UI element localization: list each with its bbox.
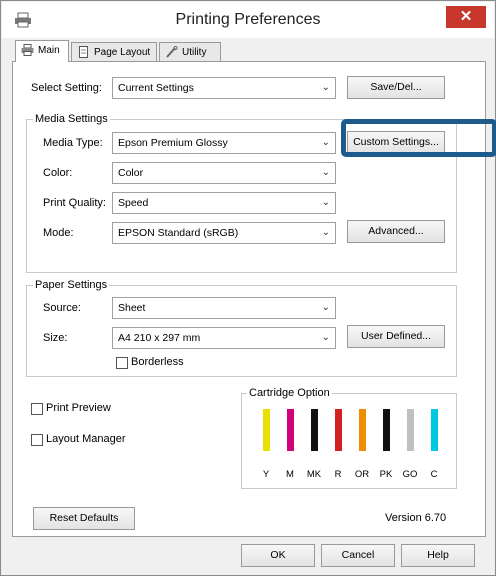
select-setting-dropdown[interactable]: Current Settings ⌄	[112, 77, 336, 99]
ink-bar-go	[407, 409, 414, 451]
version-label: Version 6.70	[385, 512, 447, 524]
source-dropdown[interactable]: Sheet ⌄	[112, 297, 336, 319]
ink-label-or: OR	[354, 469, 370, 480]
size-value: A4 210 x 297 mm	[118, 332, 201, 344]
layout-manager-label: Layout Manager	[46, 433, 126, 445]
tab-page-layout[interactable]: Page Layout	[71, 42, 157, 62]
ink-bar-or	[359, 409, 366, 451]
reset-defaults-button[interactable]: Reset Defaults	[33, 507, 135, 530]
print-quality-value: Speed	[118, 197, 149, 209]
chevron-down-icon: ⌄	[321, 302, 330, 313]
custom-settings-highlight	[341, 119, 496, 157]
ink-label-pk: PK	[379, 469, 393, 480]
ink-bar-y	[263, 409, 270, 451]
print-quality-label: Print Quality:	[43, 197, 106, 209]
source-label: Source:	[43, 302, 81, 314]
media-type-dropdown[interactable]: Epson Premium Glossy ⌄	[112, 132, 336, 154]
ink-label-m: M	[286, 469, 294, 480]
tab-utility[interactable]: Utility	[159, 42, 221, 62]
print-preview-label: Print Preview	[46, 402, 111, 414]
media-type-label: Media Type:	[43, 137, 103, 149]
advanced-button[interactable]: Advanced...	[347, 220, 445, 243]
tab-page-layout-label: Page Layout	[94, 47, 151, 58]
ok-button[interactable]: OK	[241, 544, 315, 567]
ink-bar-c	[431, 409, 438, 451]
ink-label-r: R	[334, 469, 342, 480]
ink-label-go: GO	[402, 469, 418, 480]
media-type-value: Epson Premium Glossy	[118, 137, 228, 149]
close-button[interactable]: ✕	[446, 6, 486, 28]
select-setting-value: Current Settings	[118, 82, 194, 94]
color-value: Color	[118, 167, 144, 179]
mode-label: Mode:	[43, 227, 74, 239]
printer-icon	[21, 44, 34, 56]
size-dropdown[interactable]: A4 210 x 297 mm ⌄	[112, 327, 336, 349]
wrench-icon	[165, 45, 178, 58]
ink-label-mk: MK	[306, 469, 322, 480]
tab-main[interactable]: Main	[15, 40, 69, 62]
ink-bar-m	[287, 409, 294, 451]
source-value: Sheet	[118, 302, 146, 314]
help-button[interactable]: Help	[401, 544, 475, 567]
page-icon	[77, 46, 90, 58]
chevron-down-icon: ⌄	[321, 167, 330, 178]
size-label: Size:	[43, 332, 68, 344]
chevron-down-icon: ⌄	[321, 332, 330, 343]
color-dropdown[interactable]: Color ⌄	[112, 162, 336, 184]
media-settings-title: Media Settings	[33, 113, 110, 125]
ink-bar-r	[335, 409, 342, 451]
ink-bar-mk	[311, 409, 318, 451]
color-label: Color:	[43, 167, 73, 179]
layout-manager-checkbox[interactable]	[31, 434, 43, 446]
cartridge-option-title: Cartridge Option	[247, 387, 332, 399]
print-preview-checkbox[interactable]	[31, 403, 43, 415]
ink-label-y: Y	[262, 469, 270, 480]
save-del-button[interactable]: Save/Del...	[347, 76, 445, 99]
select-setting-label: Select Setting:	[31, 82, 102, 94]
title-bar: Printing Preferences ✕	[2, 2, 494, 38]
mode-value: EPSON Standard (sRGB)	[118, 227, 239, 239]
ink-label-c: C	[430, 469, 438, 480]
cancel-button[interactable]: Cancel	[321, 544, 395, 567]
print-quality-dropdown[interactable]: Speed ⌄	[112, 192, 336, 214]
borderless-checkbox[interactable]	[116, 357, 128, 369]
tab-main-label: Main	[38, 45, 60, 56]
window-title: Printing Preferences	[175, 11, 321, 28]
ink-bar-pk	[383, 409, 390, 451]
printing-preferences-window: Printing Preferences ✕ Main Page Layout …	[0, 0, 496, 576]
chevron-down-icon: ⌄	[321, 227, 330, 238]
tab-utility-label: Utility	[182, 47, 207, 58]
borderless-label: Borderless	[131, 356, 184, 368]
paper-settings-title: Paper Settings	[33, 279, 110, 291]
user-defined-button[interactable]: User Defined...	[347, 325, 445, 348]
chevron-down-icon: ⌄	[321, 137, 330, 148]
chevron-down-icon: ⌄	[321, 197, 330, 208]
mode-dropdown[interactable]: EPSON Standard (sRGB) ⌄	[112, 222, 336, 244]
chevron-down-icon: ⌄	[321, 82, 330, 93]
